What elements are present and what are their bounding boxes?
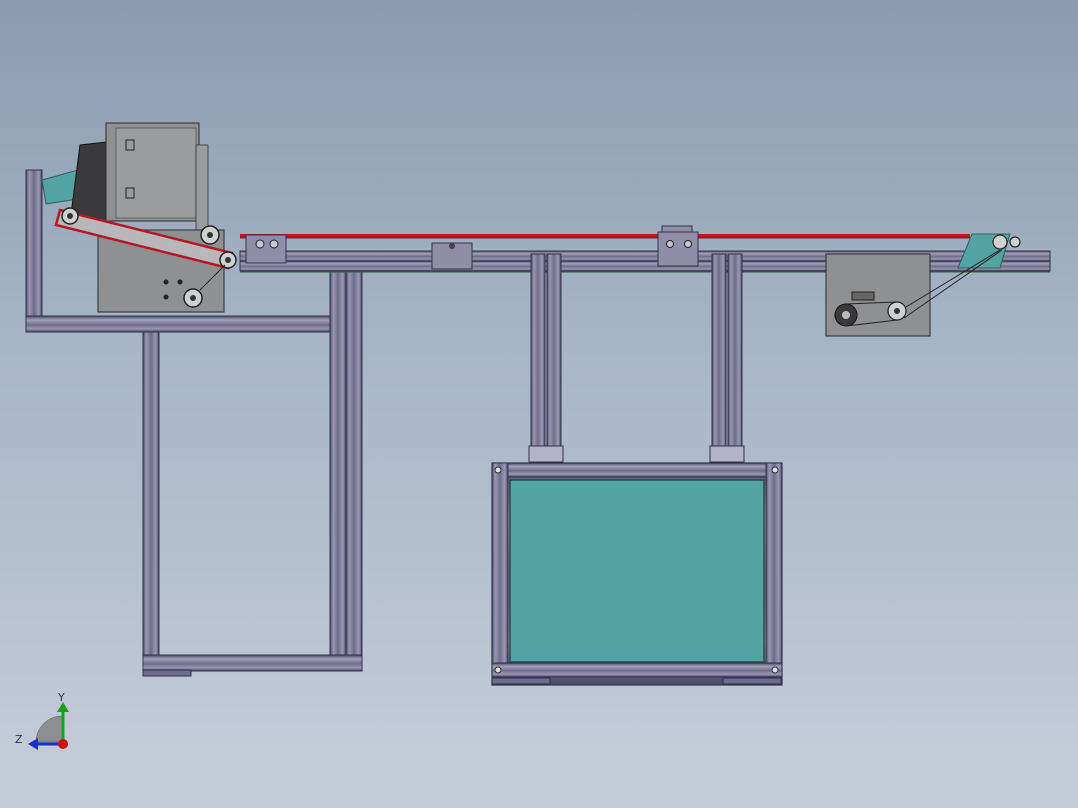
- z-axis-label: Z: [15, 733, 23, 746]
- support-leg-2b: [727, 253, 743, 451]
- pulley-top-hub: [207, 232, 213, 238]
- middle-upright-a: [329, 253, 347, 665]
- support-leg-2a: [711, 253, 727, 451]
- support-leg-1a: [530, 253, 546, 451]
- pulley-right-hub: [225, 257, 231, 263]
- left-upright-profile: [25, 169, 43, 323]
- origin-dot: [58, 739, 68, 749]
- bolt-1: [163, 279, 169, 285]
- mid-bracket-2: [657, 231, 699, 267]
- control-cabinet: [491, 462, 783, 686]
- middle-upright-b: [345, 253, 363, 665]
- support-leg-1b: [546, 253, 562, 451]
- red-belt: [240, 234, 970, 238]
- hopper-inner-panel: [115, 127, 197, 219]
- left-foot: [142, 669, 192, 677]
- pulley-left-hub: [67, 213, 73, 219]
- feeder-side-plate: [195, 144, 209, 236]
- cabinet-left-post: [491, 462, 509, 686]
- left-bottom-rail: [142, 654, 363, 672]
- right-supports: [528, 253, 745, 463]
- conveyor-assembly-drawing[interactable]: Y Z: [0, 0, 1078, 808]
- cabinet-bottom-rail: [491, 662, 783, 678]
- bolt-2: [163, 294, 169, 300]
- bolt-3: [177, 279, 183, 285]
- cabinet-top-rail: [491, 462, 783, 478]
- inner-left-leg: [142, 331, 160, 663]
- y-axis-label: Y: [57, 691, 65, 704]
- pulley-bottom-hub: [190, 295, 196, 301]
- cabinet-right-post: [765, 462, 783, 686]
- tensioner-bracket-left: [245, 234, 287, 264]
- feeder-unit: [41, 122, 237, 313]
- teal-panel: [509, 479, 765, 663]
- left-top-rail: [25, 315, 331, 333]
- axis-triad-icon[interactable]: Y Z: [15, 691, 69, 750]
- cad-viewport[interactable]: Y Z: [0, 0, 1078, 808]
